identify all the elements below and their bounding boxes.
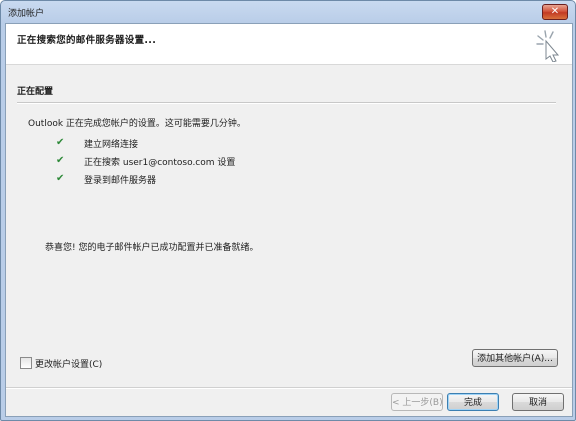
check-icon: ✔ [56,173,65,184]
add-account-dialog: 添加帐户 ✕ 正在搜索您的邮件服务器设置... 正在配置 Outlook 正在完… [0,0,576,421]
dialog-body: 正在搜索您的邮件服务器设置... 正在配置 Outlook 正在完成您帐户的设置… [5,23,573,417]
window-title: 添加帐户 [8,9,45,19]
footer-divider [6,387,572,389]
section-divider [17,102,556,104]
step-label: 登录到邮件服务器 [84,176,157,186]
cancel-button[interactable]: 取消 [512,393,564,411]
back-button[interactable]: < 上一步(B) [391,393,443,411]
title-bar[interactable]: 添加帐户 ✕ [1,1,575,23]
intro-text: Outlook 正在完成您帐户的设置。这可能需要几分钟。 [28,119,246,129]
step-label: 正在搜索 user1@contoso.com 设置 [84,158,236,168]
close-button[interactable]: ✕ [542,4,568,20]
header-title: 正在搜索您的邮件服务器设置... [17,35,157,46]
check-icon: ✔ [56,137,65,148]
success-message: 恭喜您! 您的电子邮件帐户已成功配置并已准备就绪。 [45,243,259,253]
add-other-account-button[interactable]: 添加其他帐户(A)... [472,349,558,367]
change-settings-label[interactable]: 更改帐户设置(C) [35,357,102,370]
change-settings-checkbox[interactable] [20,357,32,369]
header-band: 正在搜索您的邮件服务器设置... [6,24,572,65]
section-title: 正在配置 [17,87,54,97]
sparkle-icon [536,30,560,62]
step-label: 建立网络连接 [84,140,139,150]
check-icon: ✔ [56,155,65,166]
close-icon: ✕ [550,6,560,17]
finish-button[interactable]: 完成 [447,393,499,411]
